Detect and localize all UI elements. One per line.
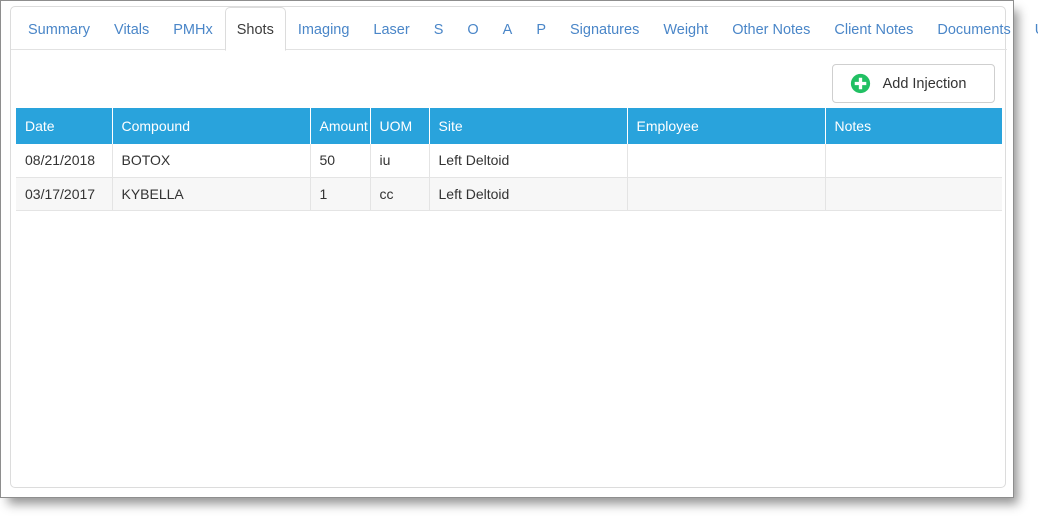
tab-bar: Summary Vitals PMHx Shots Imaging Laser S O A P Si…: [11, 7, 1038, 51]
table-body: 08/21/2018 BOTOX 50 iu Left Deltoid 03/17/201…: [16, 144, 1002, 211]
add-injection-button[interactable]: Add Injection: [832, 64, 995, 103]
cell-notes: [825, 144, 1002, 178]
cell-date: 03/17/2017: [16, 177, 113, 211]
column-header-notes[interactable]: Notes: [825, 108, 1002, 144]
tab-client-notes[interactable]: Client Notes: [822, 7, 925, 50]
column-header-uom[interactable]: UOM: [370, 108, 430, 144]
tab-o[interactable]: O: [455, 7, 490, 50]
tab-shots[interactable]: Shots: [224, 7, 286, 51]
cell-employee: [627, 144, 826, 178]
cell-date: 08/21/2018: [16, 144, 113, 178]
tab-signatures[interactable]: Signatures: [558, 7, 651, 50]
toolbar: Add Injection: [11, 50, 1007, 108]
tab-imaging[interactable]: Imaging: [286, 7, 362, 50]
table-row[interactable]: 08/21/2018 BOTOX 50 iu Left Deltoid: [16, 144, 1002, 178]
column-header-date[interactable]: Date: [16, 108, 113, 144]
content-panel: Summary Vitals PMHx Shots Imaging Laser S O A P Si…: [10, 6, 1038, 488]
cell-site: Left Deltoid: [429, 177, 628, 211]
tab-documents[interactable]: Documents: [925, 7, 1022, 50]
column-header-employee[interactable]: Employee: [627, 108, 826, 144]
tab-p[interactable]: P: [524, 7, 558, 50]
tab-weight[interactable]: Weight: [651, 7, 720, 50]
tab-vitals[interactable]: Vitals: [102, 7, 161, 50]
cell-notes: [825, 177, 1002, 211]
tab-laser[interactable]: Laser: [361, 7, 421, 50]
table-header: Date Compound Amount UOM Site Employee Notes: [16, 108, 1002, 144]
cell-site: Left Deltoid: [429, 144, 628, 178]
application-window: Summary Vitals PMHx Shots Imaging Laser S O A P Si…: [0, 0, 1038, 498]
cell-compound: BOTOX: [112, 144, 311, 178]
column-header-compound[interactable]: Compound: [112, 108, 311, 144]
cell-uom: cc: [370, 177, 430, 211]
table-row[interactable]: 03/17/2017 KYBELLA 1 cc Left Deltoid: [16, 177, 1002, 211]
tab-pmhx[interactable]: PMHx: [161, 7, 224, 50]
tab-list: Summary Vitals PMHx Shots Imaging Laser S O A P Si…: [16, 7, 1038, 51]
tab-umr-forms[interactable]: UMR Forms: [1023, 7, 1038, 50]
shots-table: Date Compound Amount UOM Site Employee Notes 0…: [16, 108, 1002, 211]
table-header-row: Date Compound Amount UOM Site Employee Notes: [16, 108, 1002, 144]
tab-other-notes[interactable]: Other Notes: [720, 7, 822, 50]
cell-amount: 50: [310, 144, 371, 178]
column-header-amount[interactable]: Amount: [310, 108, 371, 144]
tab-summary[interactable]: Summary: [16, 7, 102, 50]
cell-compound: KYBELLA: [112, 177, 311, 211]
plus-circle-icon: [850, 73, 871, 94]
tab-s[interactable]: S: [422, 7, 456, 50]
cell-employee: [627, 177, 826, 211]
cell-uom: iu: [370, 144, 430, 178]
column-header-site[interactable]: Site: [429, 108, 628, 144]
cell-amount: 1: [310, 177, 371, 211]
add-injection-label: Add Injection: [882, 75, 967, 92]
tab-a[interactable]: A: [491, 7, 525, 50]
